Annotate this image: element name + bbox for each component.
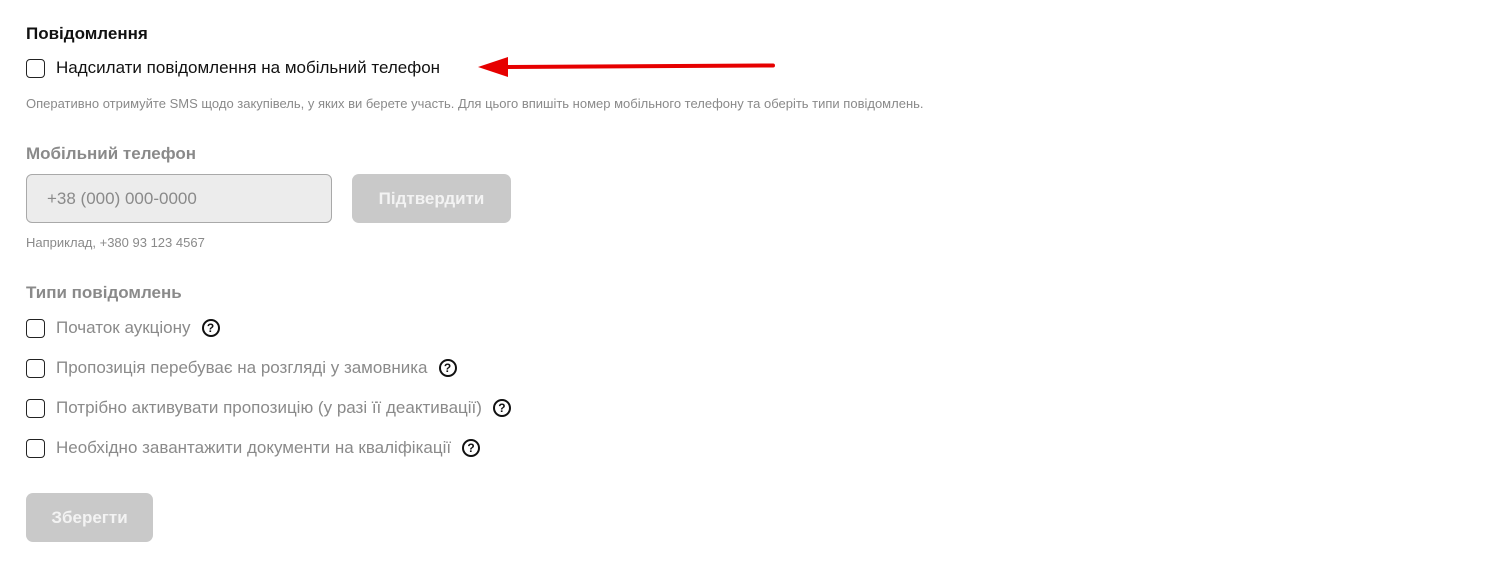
phone-example-text: Наприклад, +380 93 123 4567 <box>26 235 205 250</box>
type-upload-docs-label[interactable]: Необхідно завантажити документи на квалі… <box>56 438 451 458</box>
type-activate-bid-label[interactable]: Потрібно активувати пропозицію (у разі ї… <box>56 398 482 418</box>
sms-notifications-checkbox[interactable] <box>26 58 45 78</box>
sms-hint-text: Оперативно отримуйте SMS щодо закупівель… <box>26 96 924 111</box>
type-auction-start-row[interactable]: Початок аукціону ? <box>26 317 220 339</box>
type-under-review-row[interactable]: Пропозиція перебуває на розгляді у замов… <box>26 357 457 379</box>
phone-input[interactable] <box>26 174 332 223</box>
annotation-arrow-icon <box>478 57 775 77</box>
question-circle-icon[interactable]: ? <box>462 439 481 457</box>
sms-notifications-label[interactable]: Надсилати повідомлення на мобільний теле… <box>56 58 440 78</box>
phone-label: Мобільний телефон <box>26 144 197 163</box>
question-circle-icon[interactable]: ? <box>438 359 457 377</box>
type-auction-start-checkbox[interactable] <box>26 318 45 338</box>
question-circle-icon[interactable]: ? <box>201 319 220 337</box>
question-circle-icon[interactable]: ? <box>492 399 511 417</box>
sms-notifications-row[interactable]: Надсилати повідомлення на мобільний теле… <box>26 57 440 79</box>
confirm-phone-button[interactable]: Підтвердити <box>352 174 511 223</box>
notification-types-label: Типи повідомлень <box>26 283 182 302</box>
type-under-review-label[interactable]: Пропозиція перебуває на розгляді у замов… <box>56 358 428 378</box>
type-activate-bid-row[interactable]: Потрібно активувати пропозицію (у разі ї… <box>26 397 511 419</box>
type-auction-start-label[interactable]: Початок аукціону <box>56 318 191 338</box>
save-button[interactable]: Зберегти <box>26 493 153 542</box>
section-title: Повідомлення <box>26 24 148 43</box>
notification-settings-page: Повідомлення Надсилати повідомлення на м… <box>0 0 1491 569</box>
type-activate-bid-checkbox[interactable] <box>26 398 45 418</box>
type-upload-docs-row[interactable]: Необхідно завантажити документи на квалі… <box>26 437 481 459</box>
type-under-review-checkbox[interactable] <box>26 358 45 378</box>
type-upload-docs-checkbox[interactable] <box>26 438 45 458</box>
